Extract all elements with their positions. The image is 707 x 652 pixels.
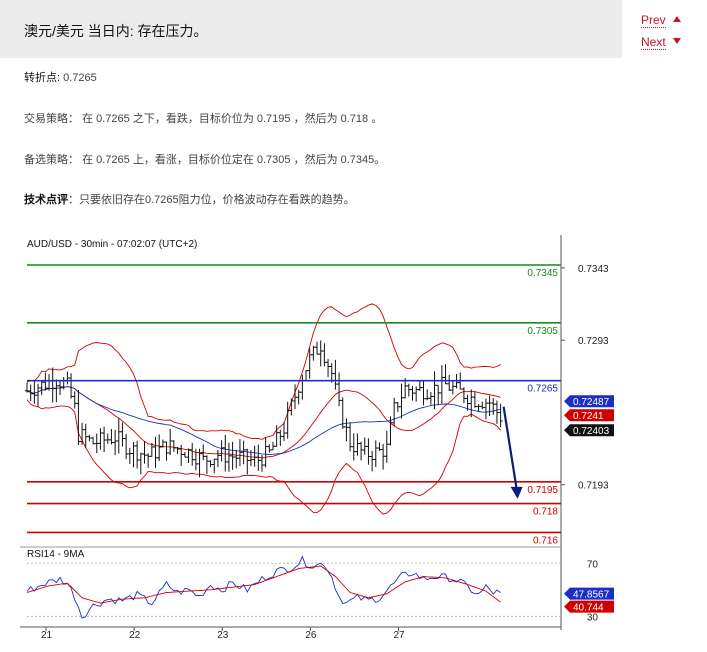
strategy-text: 在 0.7265 之下，看跌，目标价位为 0.7195 ，然后为 0.718 。 [82,113,383,125]
chart-container: 0.7345 0.7305 0.7265 0.7195 0.718 0.716 0.734… [0,230,707,647]
rsi-tick-label: 70 [587,559,599,570]
rsi-value-tag-label: 40.744 [573,603,604,614]
level-label: 0.716 [533,535,558,546]
comment-line: 技术点评：只要依旧存在0.7265阻力位，价格波动存在看跌的趋势。 [24,191,355,207]
level-label: 0.7305 [527,326,558,337]
comment-label: 技术点评 [24,194,68,206]
alt-strategy-label: 备选策略： [24,154,79,166]
level-label: 0.718 [533,507,558,518]
value-tag: 0.72487 [564,395,614,408]
x-tick-label: 26 [305,630,317,641]
page-title: 澳元/美元 当日内: 存在压力。 [24,23,208,39]
rsi-value-tag: 47.8567 [564,587,614,601]
x-tick-label: 23 [217,630,229,641]
level-label: 0.7345 [527,268,558,279]
x-tick-label: 22 [129,630,141,641]
y-tick-label: 0.7293 [578,336,609,347]
price-chart: 0.7345 0.7305 0.7265 0.7195 0.718 0.716 0.734… [0,230,707,647]
x-tick-label: 21 [41,630,53,641]
prev-link[interactable]: Prev [641,13,666,28]
value-tag-label: 0.72403 [573,426,610,437]
arrow-up-icon[interactable] [673,16,681,22]
y-tick-label: 0.7343 [578,264,609,275]
pivot-label: 转折点: [24,72,61,84]
title-bar: 澳元/美元 当日内: 存在压力。 [0,0,622,58]
pivot-value: 0.7265 [63,72,97,84]
comment-text: ：只要依旧存在0.7265阻力位，价格波动存在看跌的趋势。 [68,194,355,206]
rsi-value-tag-label: 47.8567 [573,590,610,601]
main-chart-title: AUD/USD - 30min - 07:02:07 (UTC+2) [27,239,197,250]
value-tag-label: 0.7241 [573,411,604,422]
pivot-line: 转折点: 0.7265 [24,69,97,85]
rsi-value-tag: 40.744 [564,600,614,614]
rsi-tick-label: 30 [587,612,599,623]
value-tag: 0.7241 [564,409,614,422]
y-tick-label: 0.7193 [578,481,609,492]
strategy-label: 交易策略： [24,113,79,125]
rsi-chart-title: RSI14 - 9MA [27,549,85,560]
value-tag-label: 0.72487 [573,397,610,408]
value-tag: 0.72403 [564,424,614,437]
alt-strategy-line: 备选策略： 在 0.7265 上，看涨，目标价位定在 0.7305 ，然后为 0… [24,151,385,167]
next-link[interactable]: Next [641,35,666,50]
alt-strategy-text: 在 0.7265 上，看涨，目标价位定在 0.7305 ，然后为 0.7345。 [82,154,386,166]
x-tick-label: 27 [393,630,405,641]
arrow-down-icon[interactable] [673,38,681,44]
strategy-line: 交易策略： 在 0.7265 之下，看跌，目标价位为 0.7195 ，然后为 0… [24,110,382,126]
level-label: 0.7195 [527,485,558,496]
level-label: 0.7265 [527,384,558,395]
